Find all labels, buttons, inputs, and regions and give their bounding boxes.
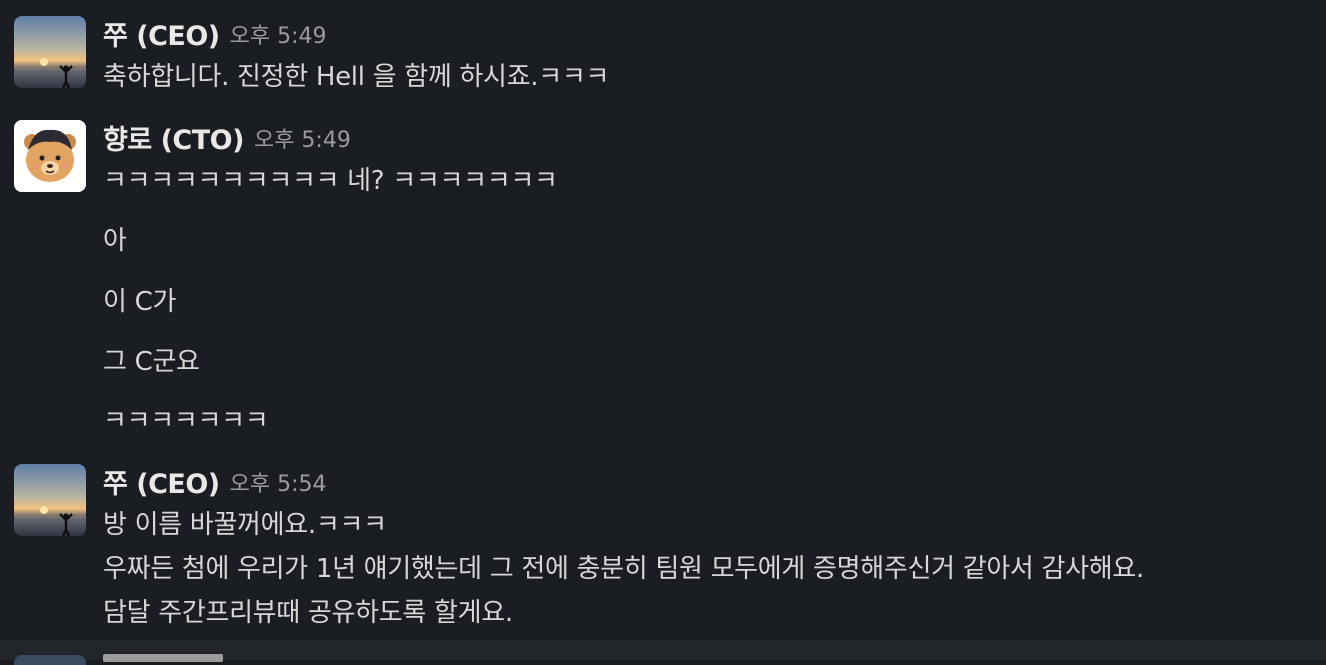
message-text: 방 이름 바꿀꺼에요.ㅋㅋㅋ	[103, 510, 387, 540]
message-header: 쭈 (CEO) 오후 5:49	[103, 14, 327, 52]
timestamp[interactable]: 오후 5:49	[230, 24, 327, 49]
message-text: 축하합니다. 진정한 Hell 을 함께 하시죠.ㅋㅋㅋ	[103, 62, 610, 92]
message-header: 쭈 (CEO) 오후 5:54	[103, 462, 327, 500]
message-text: 그 C군요	[103, 347, 200, 377]
author-name[interactable]: 쭈 (CEO)	[103, 469, 220, 500]
message-text: 이 C가	[103, 287, 177, 317]
avatar[interactable]	[14, 120, 86, 192]
message-text: ㅋㅋㅋㅋㅋㅋㅋ	[103, 406, 269, 436]
message-text: 담달 주간프리뷰때 공유하도록 할게요.	[103, 598, 513, 628]
author-name[interactable]: 향로 (CTO)	[103, 125, 244, 156]
sunset-photo-avatar-icon	[14, 464, 86, 536]
message-header: 향로 (CTO) 오후 5:49	[103, 118, 351, 156]
timestamp[interactable]: 오후 5:49	[254, 128, 351, 153]
bear-avatar-icon	[14, 120, 86, 192]
sunset-photo-avatar-icon	[14, 16, 86, 88]
message-text: 우짜든 첨에 우리가 1년 얘기했는데 그 전에 충분히 팀원 모두에게 증명해…	[103, 554, 1144, 584]
author-name[interactable]: 쭈 (CEO)	[103, 21, 220, 52]
author-name	[103, 654, 223, 662]
avatar[interactable]	[14, 16, 86, 88]
message-text: ㅋㅋㅋㅋㅋㅋㅋㅋㅋㅋ 네? ㅋㅋㅋㅋㅋㅋㅋ	[103, 166, 558, 196]
timestamp[interactable]: 오후 5:54	[230, 472, 327, 497]
avatar[interactable]	[14, 655, 86, 665]
message-text: 아	[103, 226, 127, 256]
avatar[interactable]	[14, 464, 86, 536]
